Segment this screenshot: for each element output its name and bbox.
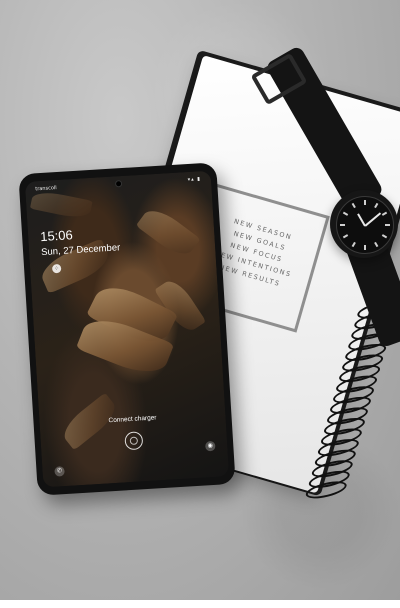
carrier-label: transcoll [35, 185, 57, 193]
watch-tick [381, 211, 388, 216]
watch-tick [364, 200, 366, 205]
watch-tick [340, 224, 345, 226]
watch-tick [342, 234, 349, 239]
status-icons: ▾▴ ▮ [187, 176, 202, 184]
leaf-4 [135, 203, 201, 262]
camera-icon[interactable]: ◉ [205, 440, 216, 452]
watch-tick [351, 241, 356, 248]
watch-tick [381, 234, 388, 239]
bottom-margin [0, 600, 400, 608]
watch-minute-hand [364, 212, 381, 227]
watch-tick [385, 224, 390, 226]
clock-time: 15:06 [39, 227, 74, 245]
watch-face [336, 196, 394, 254]
watch-case [330, 190, 398, 258]
watch-tick [351, 202, 356, 209]
fingerprint-icon[interactable] [124, 431, 144, 451]
watch-tick [374, 241, 379, 248]
phone-icon[interactable]: ✆ [54, 466, 65, 477]
charger-message: Connect charger [108, 414, 157, 425]
smartphone: transcoll ▾▴ ▮ 15:06 Sun, 27 December ⁘ … [18, 162, 236, 496]
watch-tick [364, 245, 366, 250]
watch-tick [342, 211, 349, 216]
photo-scene: NEW SEASON NEW GOALS NEW FOCUS NEW INTEN… [0, 0, 400, 600]
lock-screen[interactable]: transcoll ▾▴ ▮ 15:06 Sun, 27 December ⁘ … [24, 170, 230, 488]
watch-tick [374, 202, 379, 209]
